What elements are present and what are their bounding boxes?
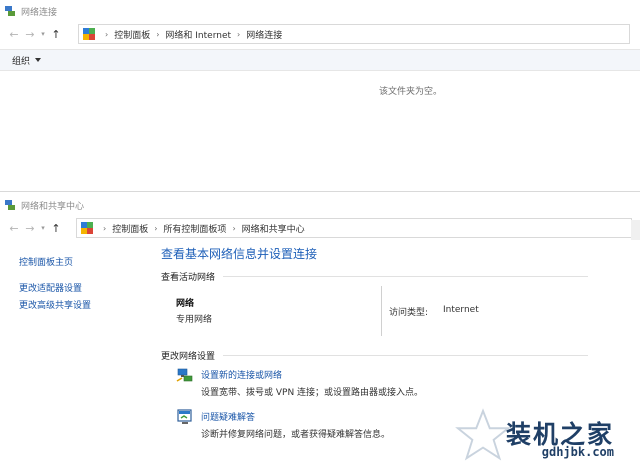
- control-panel-icon: [83, 28, 95, 40]
- divider: [223, 276, 588, 277]
- organize-button[interactable]: 组织: [12, 54, 42, 67]
- active-networks-label: 查看活动网络: [161, 273, 216, 283]
- title-bar: 网络连接: [0, 0, 640, 22]
- back-arrow-icon[interactable]: ←: [6, 26, 22, 42]
- watermark: 装机之家 gdhjbk.com: [454, 408, 634, 463]
- network-connections-window: 网络连接 ← → ▾ ↑ › 控制面板 › 网络和 Internet › 网络连…: [0, 0, 640, 192]
- up-arrow-icon[interactable]: ↑: [48, 220, 64, 236]
- page-title: 查看基本网络信息并设置连接: [161, 247, 318, 261]
- setup-new-connection-link[interactable]: 设置新的连接或网络: [201, 368, 282, 381]
- divider: [223, 355, 588, 356]
- chevron-right-icon: ›: [232, 223, 236, 233]
- troubleshoot-icon: [177, 409, 192, 424]
- up-arrow-icon[interactable]: ↑: [48, 26, 64, 42]
- network-sharing-icon: [5, 200, 15, 210]
- setup-new-connection-description: 设置宽带、拨号或 VPN 连接；或设置路由器或接入点。: [201, 388, 424, 398]
- command-bar: 组织: [0, 49, 640, 71]
- recent-dropdown-icon[interactable]: ▾: [38, 220, 48, 236]
- star-logo-icon: [455, 408, 511, 461]
- breadcrumb-item[interactable]: 网络连接: [246, 28, 282, 41]
- forward-arrow-icon[interactable]: →: [22, 26, 38, 42]
- breadcrumb-item[interactable]: 网络和 Internet: [165, 28, 231, 41]
- empty-folder-message: 该文件夹为空。: [379, 87, 443, 97]
- address-bar[interactable]: › 控制面板 › 所有控制面板项 › 网络和共享中心: [76, 218, 632, 238]
- breadcrumb-item[interactable]: 所有控制面板项: [163, 222, 226, 235]
- control-panel-icon: [81, 222, 93, 234]
- network-connections-icon: [5, 6, 15, 16]
- sidebar-item-adapter-settings[interactable]: 更改适配器设置: [19, 281, 82, 294]
- back-arrow-icon[interactable]: ←: [6, 220, 22, 236]
- change-network-settings-label: 更改网络设置: [161, 352, 216, 362]
- title-bar: 网络和共享中心: [0, 194, 640, 216]
- window-title: 网络连接: [21, 7, 58, 18]
- new-connection-icon: [176, 368, 193, 382]
- sidebar-item-home[interactable]: 控制面板主页: [19, 255, 73, 268]
- breadcrumb-item[interactable]: 控制面板: [114, 28, 150, 41]
- forward-arrow-icon[interactable]: →: [22, 220, 38, 236]
- chevron-right-icon: ›: [154, 223, 158, 233]
- troubleshoot-problems-description: 诊断并修复网络问题，或者获得疑难解答信息。: [201, 430, 391, 440]
- network-type: 专用网络: [176, 315, 213, 325]
- divider: [381, 286, 382, 336]
- address-bar[interactable]: › 控制面板 › 网络和 Internet › 网络连接: [78, 24, 630, 44]
- recent-dropdown-icon[interactable]: ▾: [38, 26, 48, 42]
- watermark-url: gdhjbk.com: [541, 445, 614, 459]
- scrollbar[interactable]: [631, 220, 640, 240]
- window-title: 网络和共享中心: [21, 201, 85, 212]
- chevron-right-icon: ›: [156, 29, 160, 39]
- chevron-right-icon: ›: [105, 29, 109, 39]
- navigation-bar: ← → ▾ ↑ › 控制面板 › 所有控制面板项 › 网络和共享中心: [0, 216, 640, 240]
- access-type-value: Internet: [443, 305, 479, 315]
- sidebar-item-advanced-sharing[interactable]: 更改高级共享设置: [19, 298, 91, 311]
- navigation-bar: ← → ▾ ↑ › 控制面板 › 网络和 Internet › 网络连接: [0, 22, 640, 46]
- access-type-label: 访问类型:: [389, 308, 429, 318]
- chevron-right-icon: ›: [237, 29, 241, 39]
- breadcrumb-item[interactable]: 网络和共享中心: [242, 222, 305, 235]
- breadcrumb-item[interactable]: 控制面板: [112, 222, 148, 235]
- chevron-right-icon: ›: [103, 223, 107, 233]
- network-name: 网络: [176, 299, 195, 309]
- organize-label: 组织: [12, 56, 31, 67]
- chevron-down-icon: [35, 58, 42, 62]
- troubleshoot-problems-link[interactable]: 问题疑难解答: [201, 410, 255, 423]
